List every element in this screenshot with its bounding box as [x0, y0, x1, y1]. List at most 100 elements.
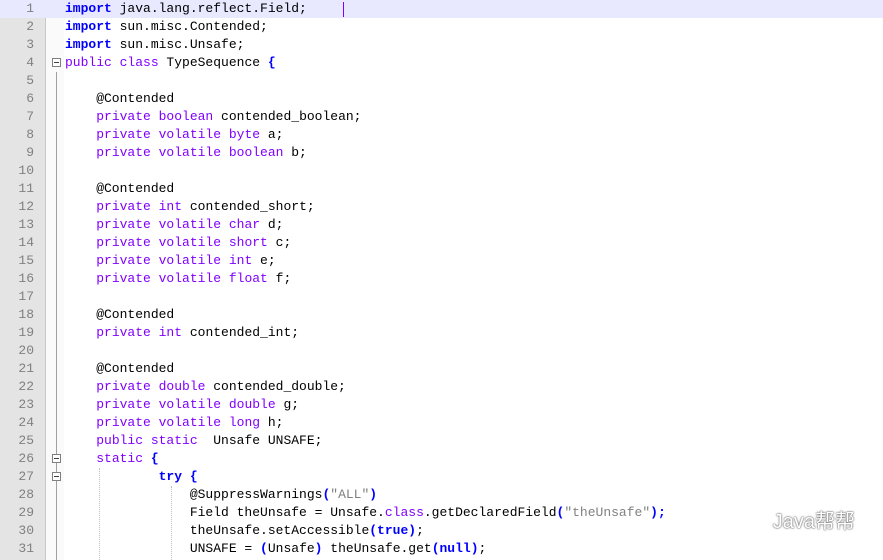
code-editor[interactable]: 1 import java.lang.reflect.Field; 2 import … [0, 0, 883, 560]
code-token: contended_short; [182, 199, 315, 214]
code-token: theUnsafe.get [322, 541, 432, 556]
code-token: @Contended [65, 361, 175, 376]
code-text: import sun.misc.Contended; [65, 18, 268, 36]
code-token: private int [96, 325, 183, 340]
watermark: Java帮帮 [738, 505, 855, 534]
code-line[interactable]: 31 UNSAFE = (Unsafe) theUnsafe.get(null)… [0, 540, 883, 558]
code-token: java.lang.reflect.Field; [111, 1, 307, 16]
text-caret [343, 2, 344, 17]
code-token: "theUnsafe" [564, 505, 651, 520]
code-token: { [267, 55, 276, 70]
code-token: UNSAFE = [65, 541, 261, 556]
code-text: private int contended_short; [65, 198, 315, 216]
code-text: private volatile long h; [65, 414, 283, 432]
code-text: Field theUnsafe = Unsafe.class.getDeclar… [65, 504, 666, 522]
fold-toggle-icon[interactable] [52, 472, 61, 481]
code-token: contended_int; [182, 325, 300, 340]
line-number: 5 [26, 73, 34, 88]
code-line[interactable]: 21 @Contended [0, 360, 883, 378]
code-text: private volatile int e; [65, 252, 275, 270]
code-text: import java.lang.reflect.Field; [65, 0, 307, 18]
code-token: private volatile boolean [96, 145, 284, 160]
code-line[interactable]: 17 [0, 288, 883, 306]
code-token: private volatile int [96, 253, 253, 268]
code-token: ( [260, 541, 268, 556]
code-token: Field theUnsafe = Unsafe. [65, 505, 385, 520]
line-number: 20 [18, 343, 34, 358]
code-token: import [65, 37, 112, 52]
code-line[interactable]: 16 private volatile float f; [0, 270, 883, 288]
line-number: 18 [18, 307, 34, 322]
code-line[interactable]: 8 private volatile byte a; [0, 126, 883, 144]
code-line[interactable]: 28 @SuppressWarnings("ALL") [0, 486, 883, 504]
code-text: public static Unsafe UNSAFE; [65, 432, 322, 450]
code-line[interactable]: 12 private int contended_short; [0, 198, 883, 216]
code-token: b; [283, 145, 307, 160]
code-line[interactable]: 27 try { [0, 468, 883, 486]
code-text: UNSAFE = (Unsafe) theUnsafe.get(null); [65, 540, 487, 558]
code-token: Unsafe UNSAFE; [197, 433, 323, 448]
code-line[interactable]: 9 private volatile boolean b; [0, 144, 883, 162]
code-line[interactable]: 23 private volatile double g; [0, 396, 883, 414]
code-line[interactable]: 7 private boolean contended_boolean; [0, 108, 883, 126]
code-line[interactable]: 19 private int contended_int; [0, 324, 883, 342]
code-line[interactable]: 26 static { [0, 450, 883, 468]
code-token: public static [96, 433, 198, 448]
code-text: private int contended_int; [65, 324, 299, 342]
code-token: contended_boolean; [213, 109, 362, 124]
code-token: private volatile float [96, 271, 268, 286]
code-token: h; [260, 415, 284, 430]
line-number: 21 [18, 361, 34, 376]
code-token: private volatile byte [96, 127, 261, 142]
line-number: 30 [18, 523, 34, 538]
code-line[interactable]: 24 private volatile long h; [0, 414, 883, 432]
code-token: @Contended [65, 307, 175, 322]
code-line[interactable]: 10 [0, 162, 883, 180]
code-line[interactable]: 3 import sun.misc.Unsafe; [0, 36, 883, 54]
code-token: private boolean [96, 109, 214, 124]
code-text: static { [65, 450, 159, 468]
line-number: 8 [26, 127, 34, 142]
code-line[interactable]: 11 @Contended [0, 180, 883, 198]
code-text: private volatile char d; [65, 216, 283, 234]
fold-toggle-icon[interactable] [52, 58, 61, 67]
code-text: @SuppressWarnings("ALL") [65, 486, 377, 504]
code-token: { [150, 451, 159, 466]
code-line[interactable]: 5 [0, 72, 883, 90]
code-line[interactable]: 6 @Contended [0, 90, 883, 108]
code-token: ); [650, 505, 666, 520]
code-line[interactable]: 4 public class TypeSequence { [0, 54, 883, 72]
code-line[interactable]: 1 import java.lang.reflect.Field; [0, 0, 883, 18]
code-token: c; [267, 235, 292, 250]
code-line[interactable]: 14 private volatile short c; [0, 234, 883, 252]
line-number: 14 [18, 235, 34, 250]
code-line[interactable]: 15 private volatile int e; [0, 252, 883, 270]
line-number: 31 [18, 541, 34, 556]
fold-toggle-icon[interactable] [52, 454, 61, 463]
code-token: g; [275, 397, 300, 412]
code-token: sun.misc.Contended; [111, 19, 268, 34]
code-line[interactable]: 2 import sun.misc.Contended; [0, 18, 883, 36]
code-token: "ALL" [330, 487, 370, 502]
code-token: private volatile char [96, 217, 261, 232]
line-number: 13 [18, 217, 34, 232]
code-line[interactable]: 22 private double contended_double; [0, 378, 883, 396]
code-line[interactable]: 20 [0, 342, 883, 360]
code-line[interactable]: 13 private volatile char d; [0, 216, 883, 234]
code-text: try { [65, 468, 198, 486]
line-number: 17 [18, 289, 34, 304]
code-line[interactable]: 25 public static Unsafe UNSAFE; [0, 432, 883, 450]
code-text: private volatile boolean b; [65, 144, 307, 162]
code-token: @Contended [65, 181, 175, 196]
code-line[interactable]: 18 @Contended [0, 306, 883, 324]
code-token: theUnsafe.setAccessible [65, 523, 370, 538]
code-text: @Contended [65, 90, 174, 108]
